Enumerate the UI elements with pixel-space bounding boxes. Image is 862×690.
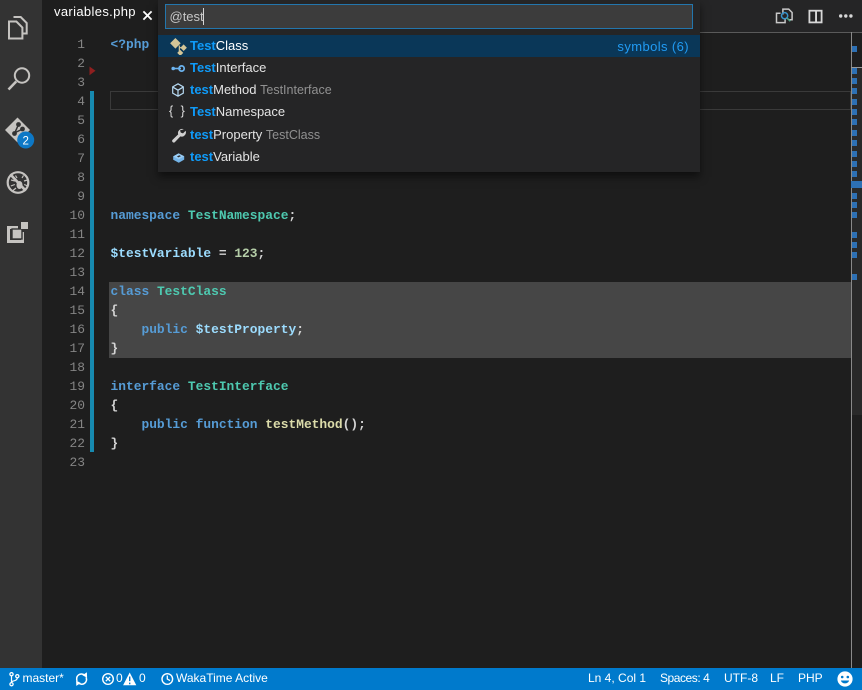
svg-text:2: 2	[22, 135, 28, 147]
